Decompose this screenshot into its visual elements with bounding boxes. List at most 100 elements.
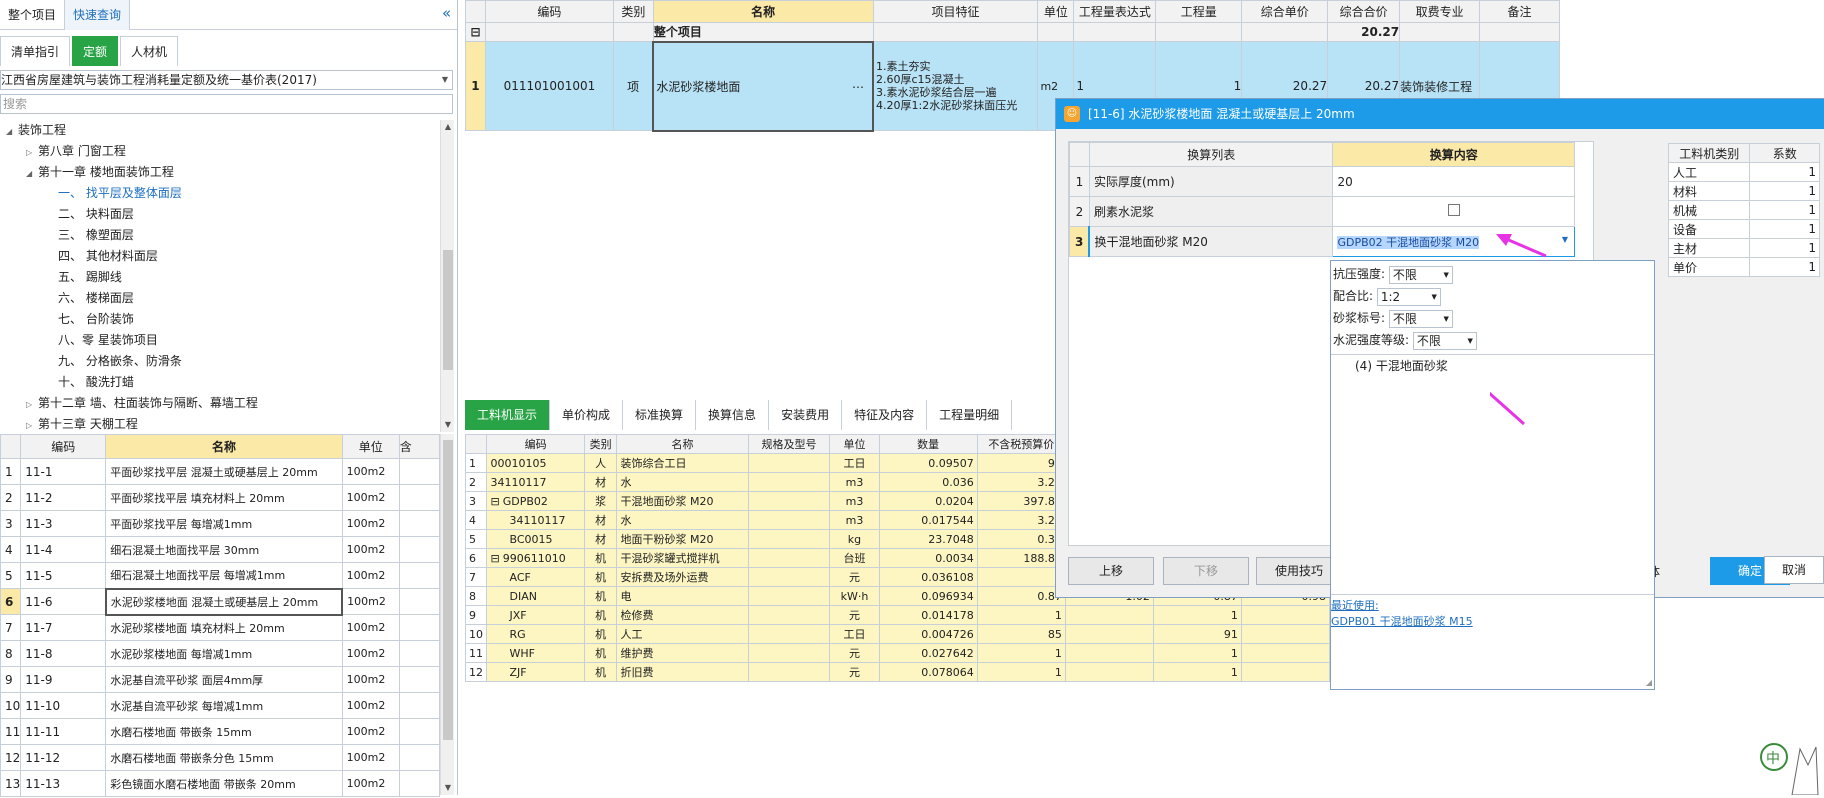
tree-node[interactable]: 一、 找平层及整体面层 bbox=[0, 183, 440, 204]
tab-install-cost[interactable]: 安装费用 bbox=[769, 400, 843, 430]
recent-item-link[interactable]: GDPB01 干混地面砂浆 M15 bbox=[1331, 613, 1654, 629]
factor-value[interactable]: 1 bbox=[1749, 162, 1820, 182]
tab-unit-price-composition[interactable]: 单价构成 bbox=[550, 400, 624, 430]
tree-node[interactable]: ◢ 装饰工程 bbox=[0, 120, 440, 141]
quota-row[interactable]: 1 11-1 平面砂浆找平层 混凝土或硬基层上 20mm 100m2 bbox=[0, 458, 441, 485]
quota-row[interactable]: 5 11-5 细石混凝土地面找平层 每增减1mm 100m2 bbox=[0, 562, 441, 589]
move-down-button[interactable]: 下移 bbox=[1163, 557, 1249, 585]
quota-row[interactable]: 7 11-7 水泥砂浆楼地面 填充材料上 20mm 100m2 bbox=[0, 614, 441, 641]
factor-row[interactable]: 主材 1 bbox=[1667, 238, 1820, 258]
row-code[interactable]: 011101001001 bbox=[484, 41, 614, 131]
factor-value[interactable]: 1 bbox=[1749, 219, 1820, 239]
quota-row[interactable]: 12 11-12 水磨石楼地面 带嵌条分色 15mm 100m2 bbox=[0, 744, 441, 771]
quota-row[interactable]: 2 11-2 平面砂浆找平层 填充材料上 20mm 100m2 bbox=[0, 484, 441, 511]
tab-whole-project[interactable]: 整个项目 bbox=[0, 0, 64, 30]
factor-row[interactable]: 单价 1 bbox=[1667, 257, 1820, 277]
collapse-panel-icon[interactable]: « bbox=[442, 4, 456, 22]
tree-node[interactable]: ▷ 第十二章 墙、柱面装饰与隔断、幕墙工程 bbox=[0, 393, 440, 414]
tab-labor-material-machine[interactable]: 人材机 bbox=[120, 36, 179, 66]
quota-row[interactable]: 3 11-3 平面砂浆找平层 每增减1mm 100m2 bbox=[0, 510, 441, 537]
group-toggle-icon[interactable]: ⊟ bbox=[465, 22, 486, 42]
tree-node[interactable]: 二、 块料面层 bbox=[0, 204, 440, 225]
conv-row-mortar[interactable]: 3 换干混地面砂浆 M20 GDPB02 干混地面砂浆 M20 ▼ bbox=[1069, 226, 1575, 257]
collapse-toggle-icon[interactable]: ⊟ bbox=[490, 495, 499, 508]
cancel-button[interactable]: 取消 bbox=[1764, 556, 1824, 584]
tab-standard-conversion[interactable]: 标准换算 bbox=[623, 400, 697, 430]
resource-row[interactable]: 11 WHF 机维护费元 0.027642 1 1 bbox=[464, 643, 1331, 663]
mortar-grade-select[interactable]: 不限 ▼ bbox=[1388, 309, 1453, 328]
search-input[interactable]: 搜索 bbox=[0, 94, 453, 114]
cement-slurry-checkbox[interactable] bbox=[1447, 204, 1460, 216]
quota-scroll-thumb[interactable] bbox=[443, 440, 453, 740]
dialog-title-bar[interactable]: ☺ [11-6] 水泥砂浆楼地面 混凝土或硬基层上 20mm bbox=[1056, 99, 1824, 129]
group-row[interactable]: ⊟ 整个项目 20.27 bbox=[465, 22, 1560, 42]
factor-value[interactable]: 1 bbox=[1749, 200, 1820, 220]
tree-node[interactable]: 八、零 星装饰项目 bbox=[0, 330, 440, 351]
factor-value[interactable]: 1 bbox=[1749, 181, 1820, 201]
tree-node[interactable]: 十、 酸洗打蜡 bbox=[0, 372, 440, 393]
expand-toggle-icon[interactable]: ▷ bbox=[26, 415, 38, 432]
quota-row[interactable]: 13 11-13 彩色镜面水磨石楼地面 带嵌条 20mm 100m2 bbox=[0, 770, 441, 797]
quota-row[interactable]: 10 11-10 水泥基自流平砂浆 每增减1mm 100m2 bbox=[0, 692, 441, 719]
tab-resource-display[interactable]: 工料机显示 bbox=[465, 400, 551, 430]
tree-node[interactable]: ◢ 第十一章 楼地面装饰工程 bbox=[0, 162, 440, 183]
more-button[interactable]: … bbox=[852, 77, 864, 91]
factor-row[interactable]: 设备 1 bbox=[1667, 219, 1820, 239]
factor-row[interactable]: 人工 1 bbox=[1667, 162, 1820, 182]
move-up-button[interactable]: 上移 bbox=[1068, 557, 1154, 585]
quota-row[interactable]: 8 11-8 水泥砂浆楼地面 每增减1mm 100m2 bbox=[0, 640, 441, 667]
conv-row-cement-slurry[interactable]: 2 刷素水泥浆 bbox=[1069, 196, 1575, 227]
tab-quick-query[interactable]: 快速查询 bbox=[64, 0, 131, 30]
res-spec bbox=[747, 567, 831, 587]
factor-row[interactable]: 机械 1 bbox=[1667, 200, 1820, 220]
conv-row-thickness[interactable]: 1 实际厚度(mm) 20 bbox=[1069, 166, 1575, 197]
resource-row[interactable]: 10 RG 机人工 工日 0.004726 85 91 bbox=[464, 624, 1331, 644]
collapse-toggle-icon[interactable]: ⊟ bbox=[490, 552, 499, 565]
chevron-down-icon[interactable]: ▼ bbox=[1562, 235, 1568, 244]
quota-scrollbar[interactable]: ▼ bbox=[440, 434, 454, 795]
resize-grip-icon[interactable]: ◢ bbox=[1646, 678, 1652, 687]
expand-toggle-icon[interactable]: ▷ bbox=[26, 142, 38, 163]
tab-conversion-info[interactable]: 换算信息 bbox=[696, 400, 770, 430]
expand-toggle-icon[interactable]: ◢ bbox=[26, 163, 38, 184]
row-type[interactable]: 项 bbox=[612, 41, 654, 131]
factor-row[interactable]: 材料 1 bbox=[1667, 181, 1820, 201]
factor-value[interactable]: 1 bbox=[1749, 238, 1820, 258]
cement-slurry-checkbox-cell[interactable] bbox=[1332, 196, 1575, 227]
tree-node[interactable]: 五、 踢脚线 bbox=[0, 267, 440, 288]
tree-node[interactable]: ▷ 第八章 门窗工程 bbox=[0, 141, 440, 162]
mortar-option[interactable]: (4) 干混地面砂浆 bbox=[1355, 357, 1654, 375]
quota-row[interactable]: 6 11-6 水泥砂浆楼地面 混凝土或硬基层上 20mm 100m2 bbox=[0, 587, 441, 616]
tree-node[interactable]: 四、 其他材料面层 bbox=[0, 246, 440, 267]
strength-select[interactable]: 不限 ▼ bbox=[1388, 265, 1453, 284]
tree-scroll-thumb[interactable] bbox=[443, 250, 453, 370]
cement-grade-select[interactable]: 不限 ▼ bbox=[1412, 331, 1477, 350]
tree-node[interactable]: ▷ 第十三章 天棚工程 bbox=[0, 414, 440, 432]
tab-quantity-detail[interactable]: 工程量明细 bbox=[927, 400, 1013, 430]
row-name-cell[interactable]: 水泥砂浆楼地面 … bbox=[652, 40, 874, 132]
tree-node[interactable]: 六、 楼梯面层 bbox=[0, 288, 440, 309]
tab-list-guide[interactable]: 清单指引 bbox=[0, 36, 71, 66]
quota-row[interactable]: 4 11-4 细石混凝土地面找平层 30mm 100m2 bbox=[0, 536, 441, 563]
tree-node[interactable]: 三、 橡塑面层 bbox=[0, 225, 440, 246]
tree-scrollbar[interactable]: ▲ ▼ bbox=[440, 120, 454, 432]
expand-toggle-icon[interactable]: ◢ bbox=[6, 121, 18, 142]
quota-row[interactable]: 11 11-11 水磨石楼地面 带嵌条 15mm 100m2 bbox=[0, 718, 441, 745]
tree-node[interactable]: 七、 台阶装饰 bbox=[0, 309, 440, 330]
resource-row[interactable]: 12 ZJF 机折旧费元 0.078064 1 1 bbox=[464, 662, 1331, 682]
row-features[interactable]: 1.素土夯实 2.60厚c15混凝土 3.素水泥砂浆结合层一遍 4.20厚1:2… bbox=[872, 41, 1039, 131]
expand-toggle-icon[interactable]: ▷ bbox=[26, 394, 38, 415]
thickness-input[interactable]: 20 bbox=[1332, 166, 1575, 197]
factor-value[interactable]: 1 bbox=[1749, 257, 1820, 277]
mortar-select[interactable]: GDPB02 干混地面砂浆 M20 ▼ bbox=[1332, 226, 1575, 257]
library-select[interactable]: 江西省房屋建筑与装饰工程消耗量定额及统一基价表(2017) ▼ bbox=[0, 70, 453, 90]
tab-features-content[interactable]: 特征及内容 bbox=[842, 400, 928, 430]
quota-row[interactable]: 9 11-9 水泥基自流平砂浆 面层4mm厚 100m2 bbox=[0, 666, 441, 693]
tree-node[interactable]: 九、 分格嵌条、防滑条 bbox=[0, 351, 440, 372]
scroll-down-icon[interactable]: ▼ bbox=[441, 418, 455, 432]
mix-ratio-select[interactable]: 1:2 ▼ bbox=[1376, 287, 1441, 306]
resource-row[interactable]: 9 JXF 机检修费元 0.014178 1 1 bbox=[464, 605, 1331, 625]
scroll-up-icon[interactable]: ▲ bbox=[441, 120, 455, 134]
tab-quota[interactable]: 定额 bbox=[72, 36, 119, 66]
scroll-down-icon[interactable]: ▼ bbox=[441, 781, 455, 795]
